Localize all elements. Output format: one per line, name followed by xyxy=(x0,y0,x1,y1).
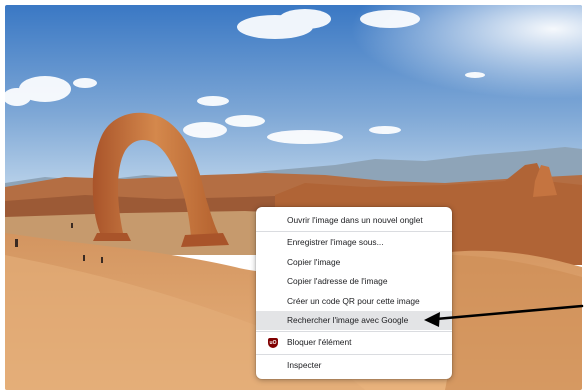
pointer-arrow-icon xyxy=(424,304,584,327)
menu-divider xyxy=(256,331,452,333)
menu-item-label: Bloquer l'élément xyxy=(287,337,352,348)
menu-item-label: Ouvrir l'image dans un nouvel onglet xyxy=(287,215,423,225)
menu-item-save-image-as[interactable]: Enregistrer l'image sous... xyxy=(256,233,452,252)
menu-item-label: Créer un code QR pour cette image xyxy=(287,295,420,306)
ublock-shield-icon: uO xyxy=(268,338,278,349)
menu-item-copy-image-address[interactable]: Copier l'adresse de l'image xyxy=(256,272,452,291)
menu-item-label: Enregistrer l'image sous... xyxy=(287,237,384,248)
menu-item-label: Inspecter xyxy=(287,359,322,370)
menu-item-copy-image[interactable]: Copier l'image xyxy=(256,253,452,272)
menu-item-label: Copier l'image xyxy=(287,256,341,267)
menu-item-label: Copier l'adresse de l'image xyxy=(287,276,388,287)
menu-item-open-image-new-tab[interactable]: Ouvrir l'image dans un nouvel onglet xyxy=(256,211,452,230)
menu-item-block-element[interactable]: uO Bloquer l'élément xyxy=(256,333,452,352)
menu-item-label: Rechercher l'image avec Google xyxy=(287,314,409,325)
menu-divider xyxy=(256,353,452,355)
menu-divider xyxy=(256,231,452,233)
context-menu: Ouvrir l'image dans un nouvel onglet Enr… xyxy=(256,207,452,380)
menu-item-inspect[interactable]: Inspecter xyxy=(256,356,452,375)
